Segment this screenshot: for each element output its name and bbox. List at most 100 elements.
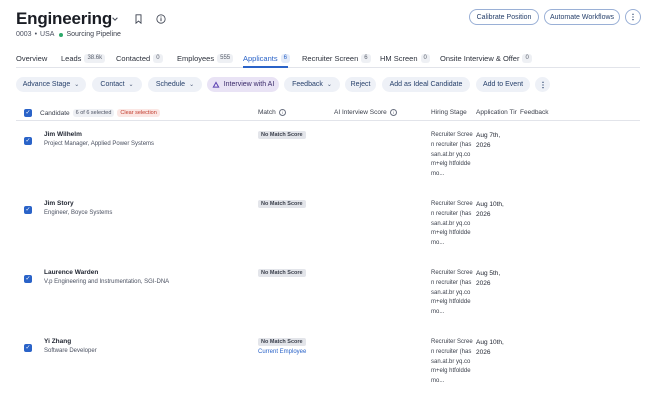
table-header: ✓ Candidate 6 of 6 selected Clear select… bbox=[16, 107, 640, 121]
chevron-down-icon: ⌄ bbox=[128, 82, 134, 88]
column-candidate: Candidate 6 of 6 selected Clear selectio… bbox=[40, 109, 160, 117]
chevron-down-icon: ⌄ bbox=[74, 82, 80, 88]
feedback-button[interactable]: Feedback ⌄ bbox=[284, 77, 340, 92]
contact-button[interactable]: Contact ⌄ bbox=[92, 77, 142, 92]
tab-hm-screen[interactable]: HM Screen 0 bbox=[380, 52, 430, 64]
column-feedback[interactable]: Feedback bbox=[520, 109, 549, 116]
match-score-badge: No Match Score bbox=[258, 269, 306, 277]
tab-count: 0 bbox=[153, 53, 163, 63]
tab-recruiter-screen[interactable]: Recruiter Screen 6 bbox=[302, 52, 371, 64]
tab-leads[interactable]: Leads 38.6k bbox=[61, 52, 106, 64]
candidate-role: Engineer, Boyce Systems bbox=[44, 210, 113, 216]
row-checkbox-icon[interactable]: ✓ bbox=[24, 137, 32, 145]
info-icon[interactable]: i bbox=[389, 109, 397, 116]
clear-selection-button[interactable]: Clear selection bbox=[117, 109, 160, 117]
more-vertical-icon bbox=[632, 13, 634, 21]
column-label: Candidate bbox=[40, 109, 70, 117]
add-as-ideal-candidate-button[interactable]: Add as Ideal Candidate bbox=[382, 77, 470, 92]
row-checkbox-icon[interactable]: ✓ bbox=[24, 275, 32, 283]
tab-applicants[interactable]: Applicants 6 bbox=[243, 52, 290, 64]
row-checkbox-icon[interactable]: ✓ bbox=[24, 344, 32, 352]
bookmark-icon bbox=[135, 14, 141, 24]
automate-workflows-button[interactable]: Automate Workflows bbox=[544, 9, 620, 25]
match-score-badge: No Match Score bbox=[258, 131, 306, 139]
bookmark-button[interactable] bbox=[129, 10, 147, 28]
application-date: Aug 5th, 2026 bbox=[476, 270, 501, 287]
button-label: Feedback bbox=[292, 81, 323, 88]
schedule-button[interactable]: Schedule ⌄ bbox=[148, 77, 202, 92]
table-row[interactable]: ✓ Laurence Warden V.p Engineering and In… bbox=[16, 269, 640, 337]
checkbox-checked-icon: ✓ bbox=[24, 109, 32, 117]
job-id: 0003 bbox=[16, 31, 32, 38]
tab-count: 555 bbox=[217, 53, 234, 63]
info-icon bbox=[156, 14, 166, 24]
chevron-down-icon: ⌄ bbox=[326, 82, 332, 88]
application-date: Aug 7th, 2026 bbox=[476, 132, 501, 149]
hiring-stage: Recruiter Screen recruiter (hassan.at.br… bbox=[431, 270, 473, 316]
selected-count-badge: 6 of 6 selected bbox=[72, 109, 115, 117]
button-label: Interview with AI bbox=[223, 81, 275, 88]
match-score-badge: No Match Score bbox=[258, 338, 306, 346]
actions-more-button[interactable] bbox=[535, 77, 550, 92]
candidate-role: Software Developer bbox=[44, 348, 97, 354]
tab-bar: Overview Leads 38.6k Contacted 0 Employe… bbox=[16, 52, 640, 68]
pipeline-label[interactable]: Sourcing Pipeline bbox=[66, 31, 120, 38]
application-date: Aug 10th, 2026 bbox=[476, 339, 504, 356]
select-all-checkbox[interactable]: ✓ bbox=[24, 109, 32, 117]
reject-button[interactable]: Reject bbox=[345, 77, 376, 92]
tab-onsite-interview-offer[interactable]: Onsite Interview & Offer 0 bbox=[440, 52, 532, 64]
tab-overview[interactable]: Overview bbox=[16, 52, 47, 64]
job-location: USA bbox=[40, 31, 55, 38]
active-tab-indicator bbox=[243, 66, 288, 68]
row-checkbox-icon[interactable]: ✓ bbox=[24, 206, 32, 214]
candidate-role: Project Manager, Applied Power Systems bbox=[44, 141, 155, 147]
tab-count: 0 bbox=[522, 53, 532, 63]
chevron-down-icon: ⌄ bbox=[189, 82, 195, 88]
tab-label: Recruiter Screen bbox=[302, 53, 359, 63]
column-label: Match bbox=[258, 109, 276, 116]
application-date: Aug 10th, 2026 bbox=[476, 201, 504, 218]
title-dropdown-button[interactable] bbox=[106, 10, 124, 28]
advance-stage-button[interactable]: Advance Stage ⌄ bbox=[16, 77, 86, 92]
tab-contacted[interactable]: Contacted 0 bbox=[116, 52, 163, 64]
column-match[interactable]: Match i bbox=[258, 109, 286, 116]
status-dot-icon bbox=[59, 32, 64, 37]
info-icon[interactable]: i bbox=[278, 109, 286, 116]
current-employee-tag[interactable]: Current Employee bbox=[258, 349, 306, 355]
table-row[interactable]: ✓ Jim Story Engineer, Boyce Systems No M… bbox=[16, 200, 640, 268]
tab-label: Applicants bbox=[243, 53, 278, 63]
tab-employees[interactable]: Employees 555 bbox=[177, 52, 234, 64]
add-to-event-button[interactable]: Add to Event bbox=[476, 77, 530, 92]
tab-label: Employees bbox=[177, 53, 215, 63]
column-ai-interview-score[interactable]: AI Interview Score i bbox=[334, 109, 397, 116]
tab-label: Contacted bbox=[116, 53, 151, 63]
hiring-stage: Recruiter Screen recruiter (hassan.at.br… bbox=[431, 132, 473, 178]
candidate-name[interactable]: Jim Story bbox=[44, 200, 74, 207]
interview-with-ai-button[interactable]: Interview with AI bbox=[207, 77, 279, 92]
calibrate-position-button[interactable]: Calibrate Position bbox=[469, 9, 539, 25]
candidate-name[interactable]: Laurence Warden bbox=[44, 269, 98, 276]
more-vertical-icon bbox=[541, 81, 544, 88]
job-meta: 0003 • USA Sourcing Pipeline bbox=[16, 31, 121, 38]
header-more-button[interactable] bbox=[625, 9, 641, 25]
tab-count: 0 bbox=[420, 53, 430, 63]
candidate-name[interactable]: Yi Zhang bbox=[44, 338, 71, 345]
column-hiring-stage[interactable]: Hiring Stage bbox=[431, 109, 467, 116]
tab-label: Leads bbox=[61, 53, 82, 63]
column-label: AI Interview Score bbox=[334, 109, 387, 116]
tab-label: Onsite Interview & Offer bbox=[440, 53, 520, 63]
button-label: Schedule bbox=[155, 81, 186, 88]
tab-count: 6 bbox=[361, 53, 371, 63]
tab-label: Overview bbox=[16, 53, 48, 63]
candidate-name[interactable]: Jim Wilhelm bbox=[44, 131, 82, 138]
chevron-down-icon bbox=[112, 17, 118, 21]
hiring-stage: Recruiter Screen recruiter (hassan.at.br… bbox=[431, 201, 473, 247]
column-application-time[interactable]: Application Tir bbox=[476, 109, 517, 116]
tab-count: 38.6k bbox=[84, 53, 106, 63]
table-row[interactable]: ✓ Jim Wilhelm Project Manager, Applied P… bbox=[16, 131, 640, 199]
match-score-badge: No Match Score bbox=[258, 200, 306, 208]
action-bar: Advance Stage ⌄ Contact ⌄ Schedule ⌄ Int… bbox=[16, 77, 640, 93]
info-button[interactable] bbox=[152, 10, 170, 28]
ai-logo-icon bbox=[212, 81, 220, 88]
table-row[interactable]: ✓ Yi Zhang Software Developer No Match S… bbox=[16, 338, 640, 405]
